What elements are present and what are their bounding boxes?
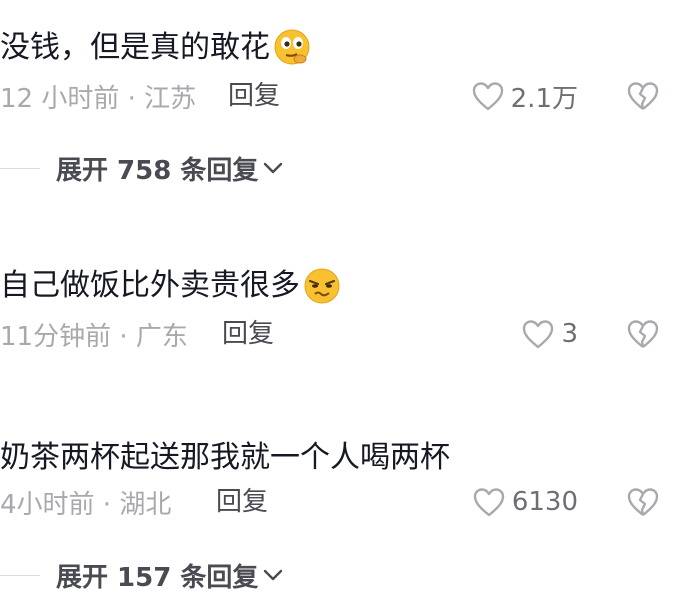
heart-outline-icon <box>473 488 505 517</box>
like-button[interactable]: 2.1万 <box>471 76 578 116</box>
comment-body: 自己做饭比外卖贵很多 <box>0 266 342 306</box>
heart-outline-icon <box>523 320 554 349</box>
comment-body: 没钱，但是真的敢花 <box>0 28 312 68</box>
expand-replies-label: 展开 157 条回复 <box>56 562 259 593</box>
broken-heart-icon[interactable] <box>626 318 660 350</box>
comment-meta: 11分钟前 · 广东 <box>0 314 188 354</box>
comment-body: 奶茶两杯起送那我就一个人喝两杯 <box>0 438 450 478</box>
like-button[interactable]: 6130 <box>472 482 578 522</box>
expand-replies-button[interactable]: 展开 157 条回复 <box>0 555 284 595</box>
expand-divider <box>0 574 40 576</box>
like-count: 3 <box>561 319 578 349</box>
like-count: 2.1万 <box>510 83 578 114</box>
expand-replies-label: 展开 758 条回复 <box>56 155 259 186</box>
comment-time-location: 4小时前 · 湖北 <box>0 489 172 520</box>
comment-text: 自己做饭比外卖贵很多 <box>0 268 300 303</box>
heart-outline-icon <box>472 82 503 111</box>
broken-heart-icon[interactable] <box>626 80 660 112</box>
reply-button[interactable]: 回复 <box>228 76 280 116</box>
comment-time-location: 12 小时前 · 江苏 <box>0 83 197 114</box>
comment-meta: 12 小时前 · 江苏 <box>0 76 196 116</box>
comment-text: 没钱，但是真的敢花 <box>0 30 270 65</box>
thinking-face-emoji <box>274 29 310 65</box>
comment-time-location: 11分钟前 · 广东 <box>0 321 188 352</box>
chevron-down-icon <box>264 162 283 174</box>
expand-replies-button[interactable]: 展开 758 条回复 <box>0 148 284 188</box>
like-count: 6130 <box>511 487 578 517</box>
comment-meta: 4小时前 · 湖北 <box>0 482 171 522</box>
comment-text: 奶茶两杯起送那我就一个人喝两杯 <box>0 440 450 475</box>
broken-heart-icon[interactable] <box>626 486 660 518</box>
like-button[interactable]: 3 <box>521 314 578 354</box>
smirk-face-emoji <box>304 268 340 304</box>
chevron-down-icon <box>264 569 283 581</box>
reply-button[interactable]: 回复 <box>222 314 274 354</box>
reply-button[interactable]: 回复 <box>216 482 268 522</box>
expand-divider <box>0 167 40 169</box>
